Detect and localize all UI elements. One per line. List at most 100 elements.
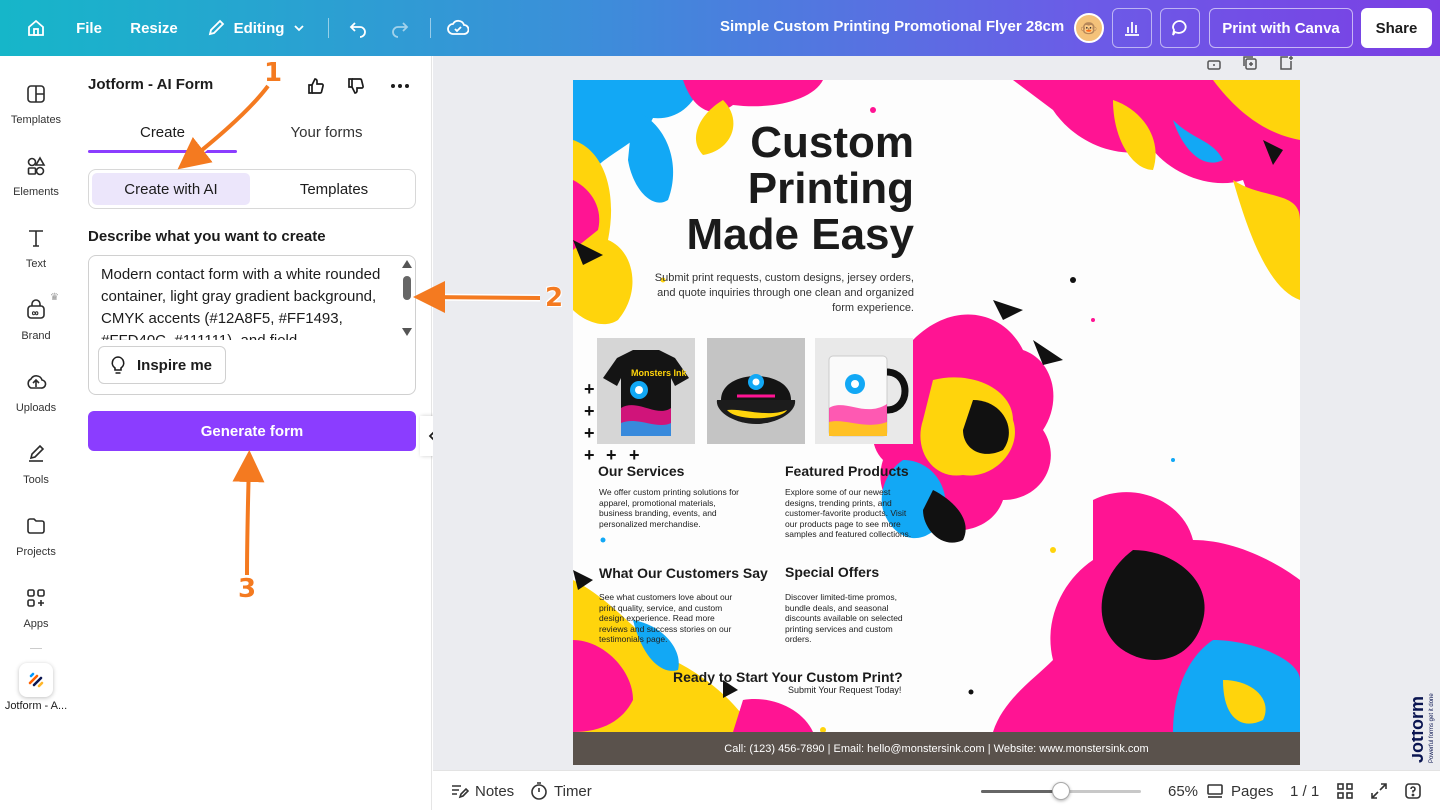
scroll-thumb[interactable] [403,276,411,300]
segment-templates[interactable]: Templates [255,173,413,205]
share-button[interactable]: Share [1361,8,1432,48]
editing-mode-menu[interactable]: Editing [200,8,312,48]
plus-mark: + [584,423,595,443]
plus-mark: + [629,445,640,465]
jotform-app-button[interactable] [19,663,53,697]
comment-icon [1172,20,1187,36]
rail-item-apps[interactable]: Apps [0,580,72,644]
duplicate-icon [1243,56,1257,70]
rail-item-elements[interactable]: Elements [0,148,72,212]
zoom-level[interactable]: 65% [1168,781,1198,801]
notes-button[interactable]: Notes [449,781,514,801]
zoom-slider-fill [981,790,1061,793]
flyer-page[interactable]: Custom Printing Made Easy Submit print r… [573,80,1300,765]
add-page-button[interactable] [1278,55,1296,73]
divider [328,18,329,38]
text-icon [24,226,48,250]
timer-button[interactable]: Timer [530,781,592,801]
jersey-graphic: Monsters Ink [597,338,695,444]
scroll-up-arrow-icon[interactable] [402,260,412,268]
rail-item-text[interactable]: Text [0,220,72,284]
rail-item-uploads[interactable]: Uploads [0,364,72,428]
print-with-canva-button[interactable]: Print with Canva [1209,8,1353,48]
services-heading[interactable]: Our Services [598,463,684,479]
customers-text[interactable]: See what customers love about our print … [599,592,737,645]
scroll-down-arrow-icon[interactable] [402,328,412,336]
jotform-panel: Jotform - AI Form Create Your forms Crea… [72,56,432,810]
pencil-icon [208,19,224,36]
timer-label: Timer [554,782,592,800]
elements-icon [24,154,48,178]
avatar[interactable]: 🐵 [1074,13,1104,43]
thumbs-down-button[interactable] [344,74,368,98]
headline-line: Printing [747,164,914,213]
inspire-me-button[interactable]: Inspire me [98,346,226,384]
flyer-headline[interactable]: Custom Printing Made Easy [687,120,914,258]
apps-icon [24,586,48,610]
file-menu[interactable]: File [68,8,110,48]
insights-button[interactable] [1112,8,1152,48]
rail-label: Projects [16,546,56,558]
divider [430,18,431,38]
grid-view-button[interactable] [1336,781,1354,801]
pages-icon [1207,784,1223,798]
zoom-slider-knob[interactable] [1052,782,1070,800]
help-button[interactable] [1404,781,1422,801]
rail-item-projects[interactable]: Projects [0,508,72,572]
mug-image[interactable] [815,338,913,444]
lock-page-button[interactable] [1206,55,1224,73]
annotation-number-1: 1 [264,58,283,88]
create-mode-switch: Create with AI Templates [88,169,416,209]
segment-create-with-ai[interactable]: Create with AI [92,173,250,205]
page-count: 1 / 1 [1290,781,1319,801]
save-status-button[interactable] [440,8,476,48]
jotform-tagline: Powerful forms get it done [1429,693,1435,763]
rail-item-tools[interactable]: Tools [0,436,72,500]
annotation-number-2: 2 [545,283,564,313]
svg-text:co: co [32,311,39,317]
duplicate-page-button[interactable] [1242,55,1260,73]
rail-item-templates[interactable]: Templates [0,76,72,140]
brand-icon: co [24,298,48,322]
cta-heading[interactable]: Ready to Start Your Custom Print? [673,669,903,685]
services-text[interactable]: We offer custom printing solutions for a… [599,487,739,529]
more-icon [391,84,409,88]
rail-label: Templates [10,114,62,126]
comments-button[interactable] [1160,8,1200,48]
redo-button[interactable] [382,8,418,48]
cap-image[interactable] [707,338,805,444]
undo-button[interactable] [340,8,376,48]
offers-heading[interactable]: Special Offers [785,564,879,580]
flyer-footer[interactable]: Call: (123) 456-7890 | Email: hello@mons… [573,732,1300,765]
jersey-brand-text: Monsters Ink [631,368,688,378]
cta-subheading[interactable]: Submit Your Request Today! [788,685,901,695]
pages-button[interactable]: Pages [1205,781,1274,801]
generate-form-button[interactable]: Generate form [88,411,416,451]
customers-heading[interactable]: What Our Customers Say [599,565,768,581]
thumbs-up-button[interactable] [304,74,328,98]
grid-icon [1337,783,1353,799]
undo-icon [349,22,366,38]
rail-item-brand[interactable]: co Brand ♛ [0,292,72,356]
rail-label: Text [25,258,47,270]
more-options-button[interactable] [388,74,412,98]
featured-text[interactable]: Explore some of our newest designs, tren… [785,487,915,540]
top-bar: File Resize Editing Simple Custom Printi… [0,0,1440,56]
resize-menu[interactable]: Resize [124,8,184,48]
tab-create[interactable]: Create [88,124,237,141]
home-button[interactable] [16,8,56,48]
offers-text[interactable]: Discover limited-time promos, bundle dea… [785,592,917,645]
zoom-slider[interactable] [981,782,1141,800]
cap-graphic [707,338,805,444]
prompt-text[interactable]: Modern contact form with a white rounded… [101,264,391,340]
document-title[interactable]: Simple Custom Printing Promotional Flyer… [720,18,1064,35]
textarea-scrollbar[interactable] [402,260,412,338]
flyer-subtitle[interactable]: Submit print requests, custom designs, j… [654,271,914,316]
tab-your-forms[interactable]: Your forms [252,124,401,141]
prompt-textarea[interactable]: Modern contact form with a white rounded… [88,255,416,395]
rail-label: Elements [13,186,59,198]
jersey-image[interactable]: Monsters Ink [597,338,695,444]
fullscreen-button[interactable] [1370,781,1388,801]
featured-heading[interactable]: Featured Products [785,463,909,479]
headline-line: Custom [750,118,914,167]
